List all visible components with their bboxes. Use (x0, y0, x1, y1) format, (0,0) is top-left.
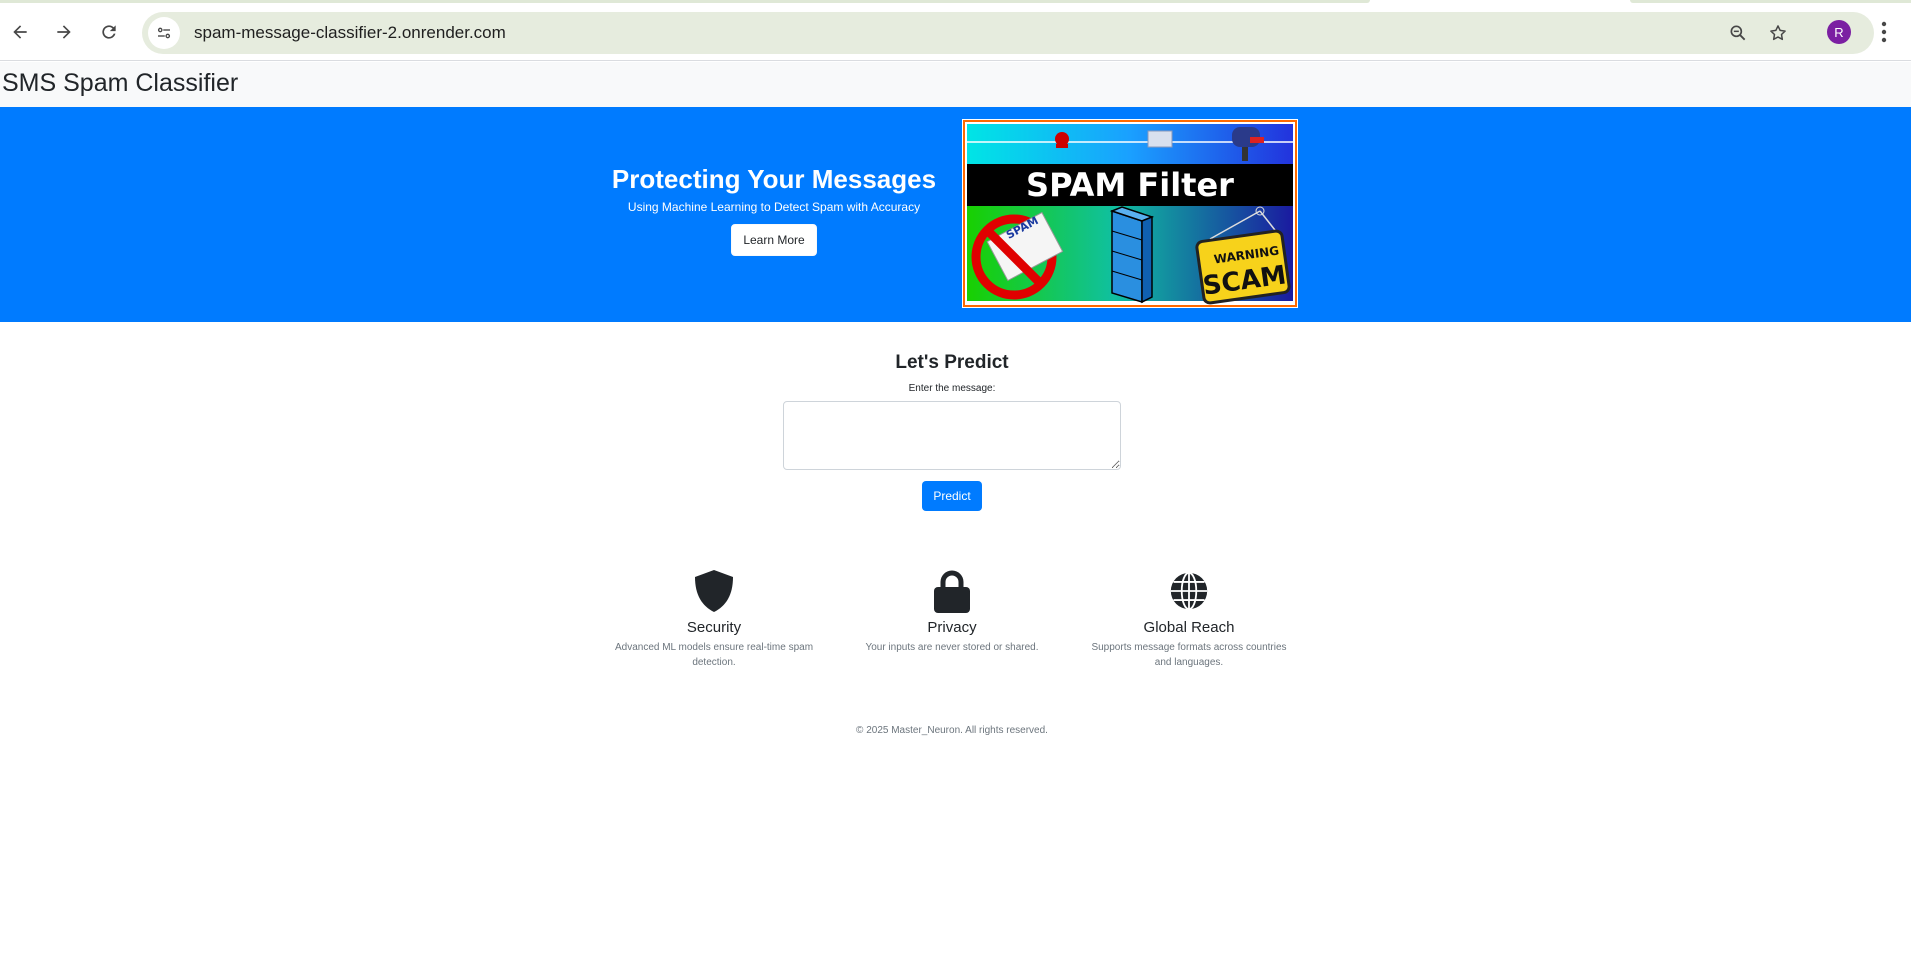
hero-text: Protecting Your Messages Using Machine L… (560, 163, 988, 256)
zoom-button[interactable] (1726, 21, 1750, 45)
site-info-button[interactable] (148, 17, 180, 49)
feature-desc: Advanced ML models ensure real-time spam… (614, 642, 814, 668)
learn-more-button[interactable]: Learn More (731, 224, 817, 256)
feature-title: Privacy (927, 619, 977, 636)
forward-button[interactable] (46, 14, 82, 50)
footer-copyright: © 2025 Master_Neuron. All rights reserve… (856, 725, 1048, 736)
hero-subtitle: Using Machine Learning to Detect Spam wi… (627, 200, 921, 214)
forward-arrow-icon (57, 25, 71, 39)
predict-heading: Let's Predict (895, 352, 1009, 373)
zoom-out-icon (1730, 25, 1746, 41)
navbar-brand[interactable]: SMS Spam Classifier (2, 69, 238, 98)
profile-avatar[interactable]: R (1827, 20, 1851, 44)
site-info-icon (157, 27, 171, 39)
document-icon (1147, 130, 1173, 148)
shield-icon (695, 570, 733, 612)
feature-title: Global Reach (1143, 619, 1235, 636)
address-bar[interactable]: spam-message-classifier-2.onrender.com (142, 12, 1874, 54)
browser-toolbar: spam-message-classifier-2.onrender.com R (0, 0, 1911, 61)
message-input[interactable] (783, 401, 1121, 470)
hero-title: Protecting Your Messages (611, 164, 937, 194)
back-button[interactable] (2, 14, 38, 50)
browser-menu-button[interactable] (1872, 18, 1896, 46)
globe-icon (1170, 571, 1208, 611)
bookmark-button[interactable] (1766, 21, 1790, 45)
hero-banner: Protecting Your Messages Using Machine L… (0, 107, 1911, 322)
lock-icon (934, 570, 970, 613)
message-label: Enter the message: (908, 383, 996, 394)
tab-strip-right (1630, 0, 1911, 3)
feature-desc: Your inputs are never stored or shared. (865, 642, 1039, 653)
reload-icon (102, 25, 116, 39)
feature-title: Security (686, 619, 742, 636)
feature-security: Security Advanced ML models ensure real-… (609, 569, 819, 670)
skull-icon (1055, 132, 1069, 148)
spam-filter-headline: SPAM Filter (1026, 166, 1234, 204)
feature-global-reach: Global Reach Supports message formats ac… (1084, 569, 1294, 670)
spam-filter-illustration: SPAM Filter SPAM WARNING SCAM (962, 119, 1298, 308)
reload-button[interactable] (91, 14, 127, 50)
back-arrow-icon (13, 25, 27, 39)
firewall-icon (1109, 206, 1155, 304)
predict-button[interactable]: Predict (922, 481, 982, 511)
feature-desc: Supports message formats across countrie… (1091, 642, 1287, 668)
app-navbar: SMS Spam Classifier (0, 62, 1911, 107)
bookmark-star-icon (1770, 25, 1786, 41)
url-text[interactable]: spam-message-classifier-2.onrender.com (194, 23, 506, 43)
more-vert-icon (1881, 21, 1887, 43)
feature-privacy: Privacy Your inputs are never stored or … (847, 569, 1057, 655)
tab-strip (0, 0, 1370, 3)
